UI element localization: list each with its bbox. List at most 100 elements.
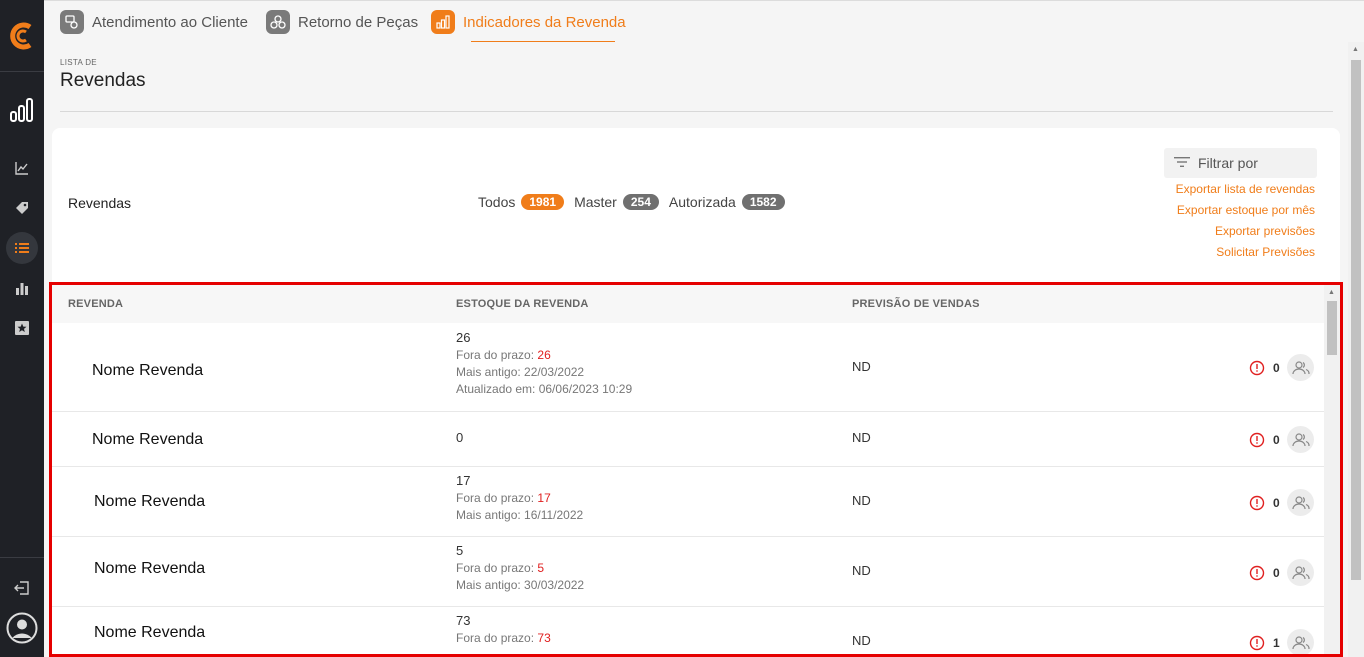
sidebar-item-tags[interactable] bbox=[6, 192, 38, 224]
users-button[interactable] bbox=[1287, 426, 1314, 453]
stock-total: 0 bbox=[456, 430, 464, 445]
alert-circle-icon bbox=[1249, 432, 1265, 448]
table-row[interactable]: Nome Revenda 26 Fora do prazo: 26 Mais a… bbox=[52, 323, 1324, 412]
table-row[interactable]: Nome Revenda 17 Fora do prazo: 17 Mais a… bbox=[52, 467, 1324, 537]
column-header-revenda[interactable]: REVENDA bbox=[68, 298, 123, 310]
column-header-estoque[interactable]: ESTOQUE DA REVENDA bbox=[456, 298, 589, 310]
users-button[interactable] bbox=[1287, 629, 1314, 654]
stock-cell: 73 Fora do prazo: 73 bbox=[456, 613, 551, 645]
line-chart-icon bbox=[15, 162, 28, 175]
bar-chart-icon bbox=[10, 98, 33, 122]
filter-by-button[interactable]: Filtrar por bbox=[1164, 148, 1317, 178]
filter-autorizada[interactable]: Autorizada bbox=[669, 194, 736, 210]
sidebar-item-favorites[interactable] bbox=[6, 312, 38, 344]
resellers-table: REVENDA ESTOQUE DA REVENDA PREVISÃO DE V… bbox=[49, 282, 1343, 657]
tab-label: Retorno de Peças bbox=[298, 13, 419, 31]
page-scrollbar-thumb[interactable] bbox=[1351, 60, 1361, 580]
users-icon bbox=[1291, 360, 1310, 374]
alert-count: 0 bbox=[1273, 361, 1280, 375]
stock-total: 17 bbox=[456, 473, 471, 488]
page-kicker: LISTA DE bbox=[60, 58, 97, 67]
alert-circle-icon bbox=[1249, 360, 1265, 376]
users-button[interactable] bbox=[1287, 354, 1314, 381]
logout-icon bbox=[14, 581, 29, 595]
reseller-name[interactable]: Nome Revenda bbox=[94, 560, 205, 578]
stock-cell: 17 Fora do prazo: 17 Mais antigo: 16/11/… bbox=[456, 473, 583, 522]
reseller-name[interactable]: Nome Revenda bbox=[94, 624, 205, 642]
late-label: Fora do prazo: bbox=[456, 491, 535, 505]
scroll-up-icon[interactable]: ▲ bbox=[1328, 289, 1335, 296]
stock-cell: 0 bbox=[456, 430, 463, 445]
filter-icon bbox=[1174, 155, 1190, 171]
stock-total: 26 bbox=[456, 330, 471, 345]
late-value: 73 bbox=[537, 631, 551, 645]
stats-icon bbox=[16, 283, 28, 295]
section-label: Revendas bbox=[68, 195, 132, 211]
tab-retorno-pecas[interactable]: Retorno de Peças bbox=[266, 9, 418, 35]
sidebar bbox=[0, 0, 44, 657]
late-stock: Fora do prazo: 17 bbox=[456, 491, 583, 505]
alert-count: 0 bbox=[1273, 566, 1280, 580]
export-resellers-link[interactable]: Exportar lista de revendas bbox=[1176, 182, 1315, 196]
users-icon bbox=[1291, 432, 1310, 446]
logout-button[interactable] bbox=[6, 572, 38, 604]
table-row[interactable]: Nome Revenda 5 Fora do prazo: 5 Mais ant… bbox=[52, 537, 1324, 607]
table-row[interactable]: Nome Revenda 0 ND 0 bbox=[52, 412, 1324, 467]
export-stock-link[interactable]: Exportar estoque por mês bbox=[1177, 203, 1315, 217]
forecast-value: ND bbox=[852, 430, 871, 445]
active-tab-indicator bbox=[471, 41, 615, 42]
page-title: Revendas bbox=[60, 70, 146, 91]
sidebar-item-trends[interactable] bbox=[6, 152, 38, 184]
users-icon bbox=[1291, 565, 1310, 579]
sidebar-item-indicators[interactable] bbox=[6, 94, 38, 126]
late-stock: Fora do prazo: 26 bbox=[456, 348, 632, 362]
late-stock: Fora do prazo: 73 bbox=[456, 631, 551, 645]
reseller-name[interactable]: Nome Revenda bbox=[94, 493, 205, 511]
filter-master[interactable]: Master bbox=[574, 194, 617, 210]
late-label: Fora do prazo: bbox=[456, 348, 535, 362]
user-avatar-icon bbox=[6, 612, 38, 644]
table-scrollbar[interactable]: ▲ bbox=[1324, 285, 1340, 654]
bar-chart-icon bbox=[431, 10, 455, 34]
count-badge-autorizada[interactable]: 1582 bbox=[741, 194, 785, 210]
export-forecasts-link[interactable]: Exportar previsões bbox=[1215, 224, 1315, 238]
request-forecasts-link[interactable]: Solicitar Previsões bbox=[1216, 245, 1315, 259]
alert-circle-icon bbox=[1249, 565, 1265, 581]
users-button[interactable] bbox=[1287, 489, 1314, 516]
forecast-value: ND bbox=[852, 633, 871, 648]
table-row[interactable]: Nome Revenda 73 Fora do prazo: 73 ND 1 bbox=[52, 607, 1324, 654]
type-filter-group: Todos 1981 Master 254 Autorizada 1582 bbox=[478, 194, 795, 210]
reseller-name[interactable]: Nome Revenda bbox=[92, 431, 203, 449]
sidebar-item-stats[interactable] bbox=[6, 272, 38, 304]
filter-by-label: Filtrar por bbox=[1198, 155, 1258, 171]
page-scrollbar[interactable]: ▲ bbox=[1348, 42, 1364, 657]
forecast-value: ND bbox=[852, 493, 871, 508]
tab-label: Atendimento ao Cliente bbox=[92, 13, 248, 31]
scroll-up-icon[interactable]: ▲ bbox=[1352, 46, 1359, 53]
filter-todos[interactable]: Todos bbox=[478, 194, 515, 210]
count-badge-todos[interactable]: 1981 bbox=[521, 194, 565, 210]
oldest-stock: Mais antigo: 16/11/2022 bbox=[456, 508, 584, 522]
late-value: 5 bbox=[537, 561, 545, 575]
tab-indicadores[interactable]: Indicadores da Revenda bbox=[431, 9, 626, 35]
logo[interactable] bbox=[0, 0, 44, 72]
alert-circle-icon bbox=[1249, 635, 1265, 651]
tab-atendimento[interactable]: Atendimento ao Cliente bbox=[60, 9, 248, 35]
logo-icon bbox=[10, 22, 32, 49]
late-label: Fora do prazo: bbox=[456, 631, 535, 645]
user-profile-button[interactable] bbox=[6, 612, 38, 644]
count-badge-master[interactable]: 254 bbox=[622, 194, 659, 210]
oldest-stock: Mais antigo: 30/03/2022 bbox=[456, 578, 585, 592]
support-icon bbox=[60, 10, 84, 34]
sidebar-item-list[interactable] bbox=[6, 232, 38, 264]
tab-label: Indicadores da Revenda bbox=[463, 13, 626, 31]
stock-total: 5 bbox=[456, 543, 464, 558]
alert-count: 1 bbox=[1273, 636, 1280, 650]
late-value: 26 bbox=[537, 348, 551, 362]
users-button[interactable] bbox=[1287, 559, 1314, 586]
reseller-name[interactable]: Nome Revenda bbox=[92, 362, 203, 380]
column-header-previsao[interactable]: PREVISÃO DE VENDAS bbox=[852, 298, 980, 310]
forecast-value: ND bbox=[852, 563, 871, 578]
late-value: 17 bbox=[537, 491, 551, 505]
table-scrollbar-thumb[interactable] bbox=[1327, 301, 1337, 355]
